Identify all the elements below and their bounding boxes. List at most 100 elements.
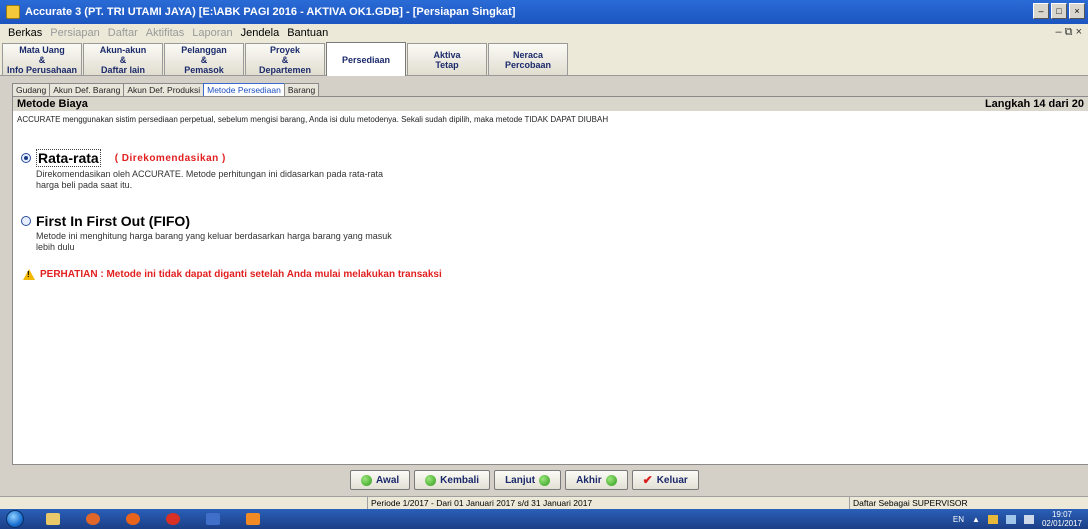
taskbar-accurate[interactable] — [236, 510, 270, 528]
network-icon[interactable] — [1005, 514, 1016, 524]
window-controls: – □ × — [1033, 3, 1085, 19]
radio-selected-dot — [24, 156, 28, 160]
tab-aktiva-tetap[interactable]: Aktiva Tetap — [407, 43, 487, 75]
awal-button[interactable]: Awal — [350, 470, 411, 490]
flag-icon[interactable] — [987, 514, 998, 524]
subtab-akun-def-produksi[interactable]: Akun Def. Produksi — [123, 83, 205, 96]
system-tray: EN ▲ 19:07 02/01/2017 — [953, 509, 1082, 529]
desc-line: Metode ini menghitung harga barang yang … — [36, 231, 392, 241]
close-button[interactable]: × — [1069, 3, 1085, 19]
tab-label-line: Neraca — [512, 49, 544, 60]
wizard-panel: Metode Biaya Langkah 14 dari 20 ACCURATE… — [12, 96, 1088, 465]
wizard-nav: Awal Kembali Lanjut Akhir ✔ Keluar — [350, 470, 699, 490]
desc-line: harga beli pada saat itu. — [36, 180, 133, 190]
tab-label-line: Tetap — [435, 59, 459, 70]
menu-persiapan[interactable]: Persiapan — [46, 27, 104, 39]
kembali-label: Kembali — [440, 474, 480, 486]
accurate-app-icon — [246, 513, 260, 525]
menu-berkas[interactable]: Berkas — [4, 27, 46, 39]
taskbar-media[interactable] — [76, 510, 110, 528]
tab-label-line: Departemen — [258, 64, 312, 75]
tab-neraca-percobaan[interactable]: Neraca Percobaan — [488, 43, 568, 75]
title-bar: Accurate 3 (PT. TRI UTAMI JAYA) [E:\ABK … — [0, 0, 1088, 24]
tab-label-line: Proyek — [269, 44, 301, 55]
subtab-metode-persediaan[interactable]: Metode Persediaan — [203, 83, 285, 96]
lanjut-label: Lanjut — [505, 474, 536, 486]
panel-description: ACCURATE menggunakan sistim persediaan p… — [17, 115, 609, 124]
akhir-button[interactable]: Akhir — [565, 470, 628, 490]
option-fifo-label[interactable]: First In First Out (FIFO) — [36, 213, 190, 229]
keluar-button[interactable]: ✔ Keluar — [631, 470, 699, 490]
green-circle-icon — [425, 474, 437, 486]
warning-message: PERHATIAN : Metode ini tidak dapat digan… — [23, 269, 442, 280]
keluar-label: Keluar — [656, 474, 688, 486]
mdi-window-controls[interactable]: – ⧉ × — [1055, 26, 1082, 39]
language-indicator[interactable]: EN — [953, 515, 964, 524]
tab-label-line: Pelanggan — [181, 44, 227, 55]
tab-label-line: Mata Uang — [19, 44, 65, 55]
folder-icon — [46, 513, 60, 525]
tab-label-line: Daftar lain — [100, 64, 145, 75]
clock-time: 19:07 — [1051, 510, 1072, 519]
clock-date: 02/01/2017 — [1041, 519, 1082, 528]
tab-label-line: Percobaan — [504, 59, 552, 70]
step-indicator: Langkah 14 dari 20 — [984, 98, 1084, 110]
akhir-label: Akhir — [576, 474, 602, 486]
setup-tab-bar: Mata Uang & Info Perusahaan Akun-akun & … — [0, 42, 1088, 76]
tab-persediaan[interactable]: Persediaan — [326, 42, 406, 76]
lanjut-button[interactable]: Lanjut — [494, 470, 562, 490]
taskbar-firefox[interactable] — [116, 510, 150, 528]
subtab-barang[interactable]: Barang — [283, 83, 320, 96]
menu-bar: Berkas Persiapan Daftar Aktifitas Lapora… — [0, 24, 1088, 42]
subtab-gudang[interactable]: Gudang — [12, 83, 51, 96]
menu-bantuan[interactable]: Bantuan — [283, 27, 332, 39]
kembali-button[interactable]: Kembali — [414, 470, 491, 490]
tray-expand-icon[interactable]: ▲ — [972, 515, 980, 524]
volume-icon[interactable] — [1023, 514, 1034, 524]
start-button[interactable] — [0, 509, 30, 529]
panel-header: Metode Biaya Langkah 14 dari 20 — [13, 97, 1088, 111]
awal-label: Awal — [376, 474, 400, 486]
tab-akun-akun[interactable]: Akun-akun & Daftar lain — [83, 43, 163, 75]
minimize-button[interactable]: – — [1033, 3, 1049, 19]
sub-tab-bar: Gudang Akun Def. Barang Akun Def. Produk… — [12, 83, 320, 96]
word-icon — [206, 513, 220, 525]
tab-label-line: & — [119, 54, 127, 65]
option-rata-rata-label[interactable]: Rata-rata — [36, 149, 101, 167]
tab-label-line: Persediaan — [341, 54, 391, 65]
option-rata-rata[interactable]: Rata-rata ( Direkomendasikan ) Direkomen… — [21, 149, 506, 191]
taskbar-explorer[interactable] — [36, 510, 70, 528]
taskbar-word[interactable] — [196, 510, 230, 528]
tab-label-line: Pemasok — [184, 64, 224, 75]
green-circle-icon — [539, 474, 551, 486]
status-bar: Periode 1/2017 - Dari 01 Januari 2017 s/… — [0, 496, 1088, 509]
tab-label-line: & — [38, 54, 46, 65]
status-seg-empty — [0, 497, 368, 509]
checkmark-icon: ✔ — [642, 473, 653, 487]
radio-fifo[interactable] — [21, 216, 31, 226]
subtab-akun-def-barang[interactable]: Akun Def. Barang — [49, 83, 125, 96]
tab-mata-uang[interactable]: Mata Uang & Info Perusahaan — [2, 43, 82, 75]
recommended-tag: ( Direkomendasikan ) — [114, 152, 226, 164]
tab-label-line: & — [281, 54, 289, 65]
desc-line: lebih dulu — [36, 242, 75, 252]
maximize-button[interactable]: □ — [1051, 3, 1067, 19]
menu-aktifitas[interactable]: Aktifitas — [142, 27, 189, 39]
firefox-icon — [126, 513, 140, 525]
option-fifo-desc: Metode ini menghitung harga barang yang … — [36, 231, 506, 253]
menu-jendela[interactable]: Jendela — [237, 27, 284, 39]
green-circle-icon — [361, 474, 372, 486]
radio-rata-rata[interactable] — [21, 153, 31, 163]
tab-pelanggan[interactable]: Pelanggan & Pemasok — [164, 43, 244, 75]
taskbar: EN ▲ 19:07 02/01/2017 — [0, 509, 1088, 529]
tab-proyek[interactable]: Proyek & Departemen — [245, 43, 325, 75]
app-icon — [6, 5, 20, 19]
menu-daftar[interactable]: Daftar — [104, 27, 142, 39]
option-fifo[interactable]: First In First Out (FIFO) Metode ini men… — [21, 213, 506, 253]
chrome-icon — [166, 513, 180, 525]
menu-laporan[interactable]: Laporan — [188, 27, 236, 39]
taskbar-chrome[interactable] — [156, 510, 190, 528]
window-title: Accurate 3 (PT. TRI UTAMI JAYA) [E:\ABK … — [25, 6, 516, 18]
tab-label-line: & — [200, 54, 208, 65]
clock[interactable]: 19:07 02/01/2017 — [1042, 510, 1082, 528]
